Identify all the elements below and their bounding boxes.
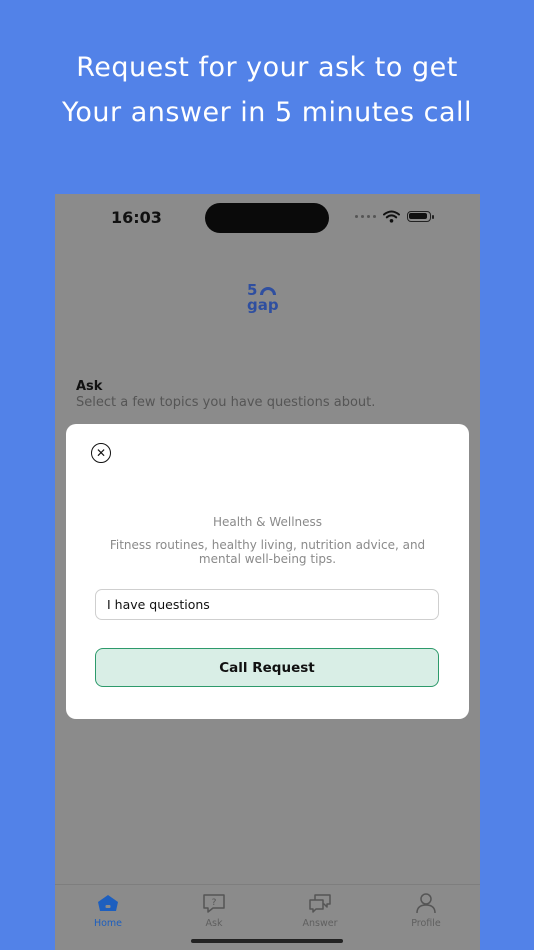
ask-section-subtitle: Select a few topics you have questions a… bbox=[76, 395, 376, 410]
call-request-button[interactable]: Call Request bbox=[95, 648, 439, 687]
phone-arc-icon bbox=[260, 286, 277, 295]
home-indicator bbox=[191, 939, 343, 943]
app-logo: 5 gap bbox=[247, 283, 287, 319]
tab-label: Profile bbox=[411, 918, 441, 929]
home-icon bbox=[95, 892, 121, 914]
call-request-modal: ✕ Health & Wellness Fitness routines, he… bbox=[66, 424, 469, 719]
topic-description: Fitness routines, healthy living, nutrit… bbox=[109, 538, 426, 566]
dynamic-island bbox=[205, 203, 329, 233]
status-icons bbox=[355, 208, 434, 224]
tab-home[interactable]: Home bbox=[78, 892, 138, 929]
tab-ask[interactable]: ? Ask bbox=[184, 892, 244, 929]
question-input[interactable]: I have questions bbox=[95, 589, 439, 620]
tab-label: Home bbox=[93, 918, 123, 929]
close-icon[interactable]: ✕ bbox=[91, 443, 111, 463]
svg-text:?: ? bbox=[212, 898, 217, 908]
signal-icon bbox=[355, 214, 376, 218]
status-time: 16:03 bbox=[111, 208, 162, 227]
promo-headline-line1: Request for your ask to get bbox=[76, 52, 458, 83]
chat-bubbles-icon bbox=[307, 892, 333, 914]
topic-name: Health & Wellness bbox=[212, 515, 323, 529]
wifi-icon bbox=[383, 210, 400, 223]
tab-label: Ask bbox=[205, 918, 223, 929]
tab-answer[interactable]: Answer bbox=[290, 892, 350, 929]
question-bubble-icon: ? bbox=[201, 892, 227, 914]
tab-label: Answer bbox=[302, 918, 338, 929]
tab-profile[interactable]: Profile bbox=[396, 892, 456, 929]
ask-section-title: Ask bbox=[76, 379, 103, 394]
promo-headline-line2: Your answer in 5 minutes call bbox=[61, 97, 473, 128]
person-icon bbox=[413, 892, 439, 914]
logo-word: gap bbox=[247, 296, 279, 314]
battery-icon bbox=[407, 210, 434, 222]
